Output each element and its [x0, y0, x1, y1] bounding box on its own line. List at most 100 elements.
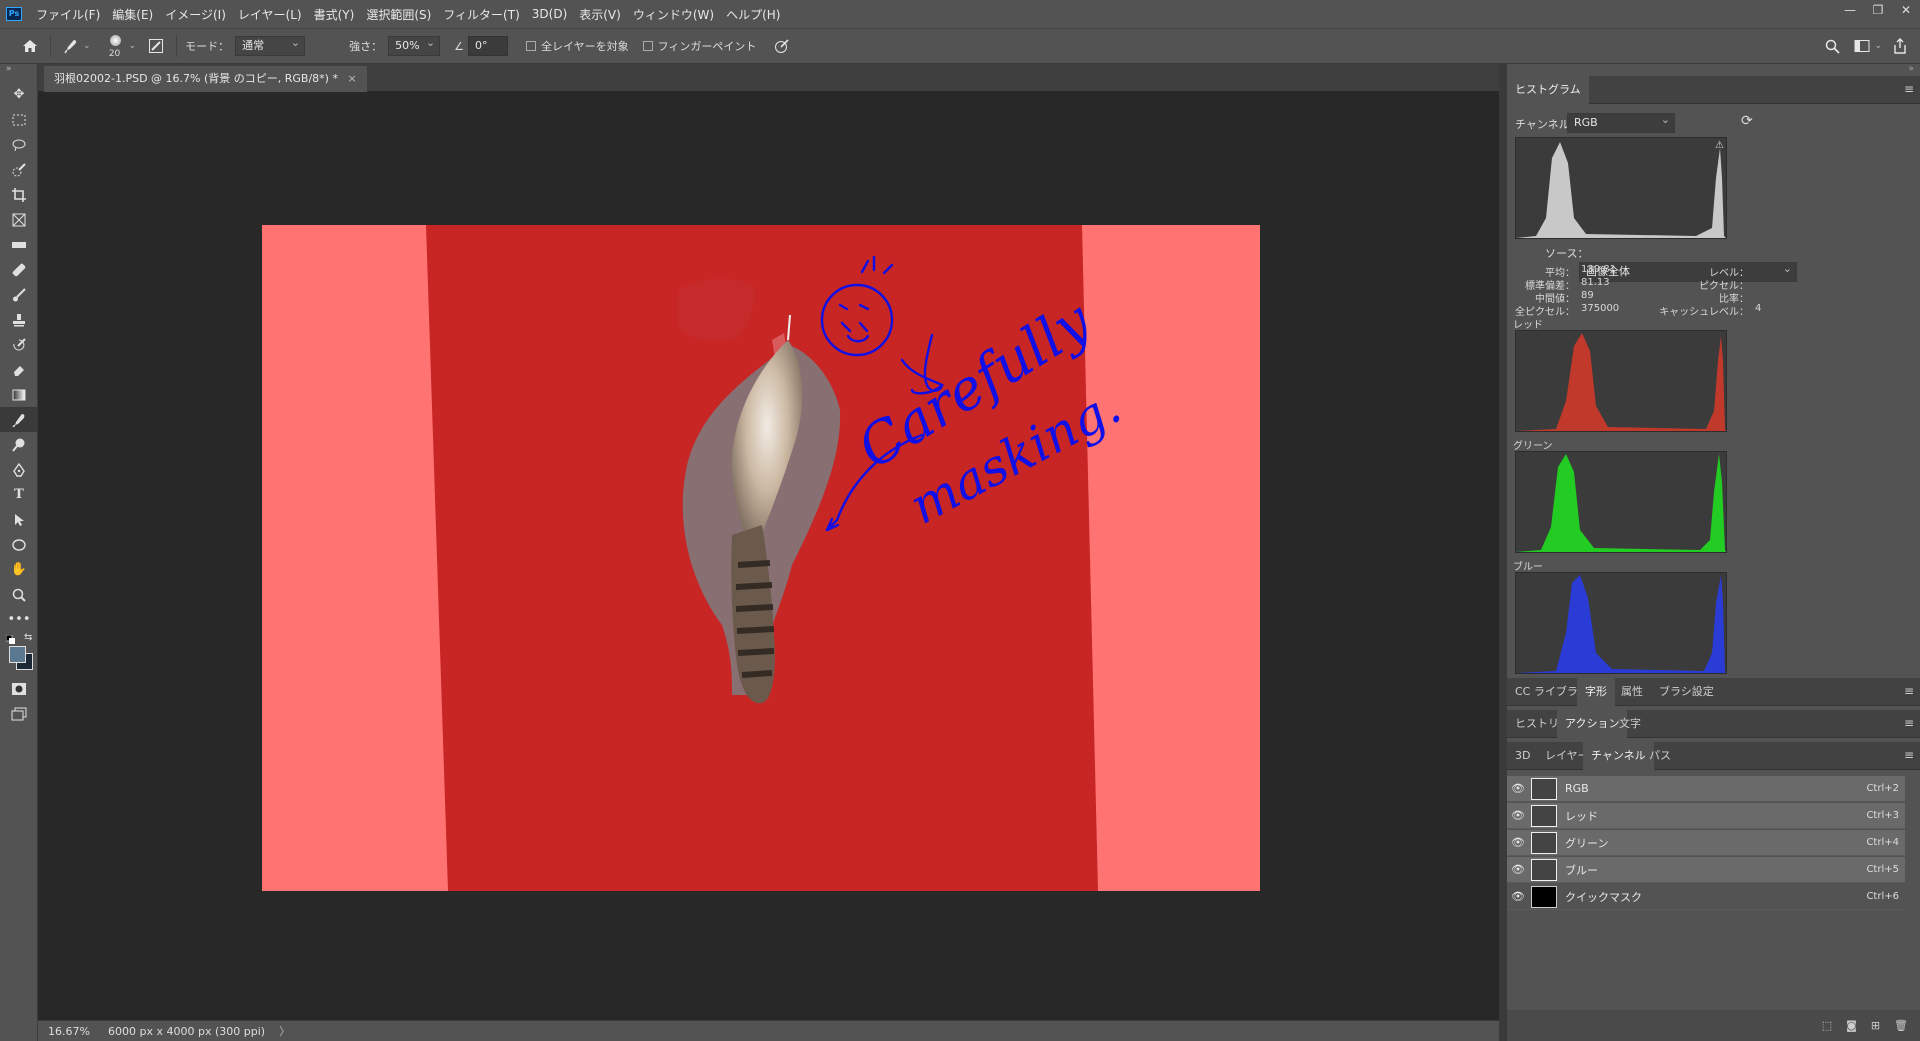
menu-filter[interactable]: フィルター(T) [437, 6, 525, 23]
collapse-arrows-icon[interactable]: » [6, 64, 12, 74]
visibility-eye-icon[interactable]: 👁 [1507, 782, 1529, 795]
new-channel-icon[interactable]: ⊞ [1871, 1019, 1880, 1032]
screen-mode-icon[interactable] [0, 701, 38, 726]
menu-type[interactable]: 書式(Y) [308, 6, 361, 23]
panel-menu-icon[interactable]: ≡ [1904, 716, 1914, 730]
minimize-icon[interactable]: — [1836, 0, 1864, 20]
brush-tool-icon[interactable] [0, 282, 38, 307]
load-selection-icon[interactable]: ⬚ [1822, 1019, 1832, 1032]
delete-channel-icon[interactable]: 🗑 [1894, 1019, 1908, 1032]
path-selection-tool-icon[interactable] [0, 507, 38, 532]
tab-properties[interactable]: 属性 [1613, 678, 1651, 706]
red-histogram [1515, 330, 1727, 432]
pressure-icon[interactable] [770, 34, 794, 58]
rgb-histogram: ⚠ [1515, 137, 1727, 239]
channel-thumbnail [1531, 858, 1557, 881]
tab-histogram[interactable]: ヒストグラム [1507, 76, 1589, 104]
tab-brush-settings[interactable]: ブラシ設定 [1651, 678, 1722, 706]
more-tools-icon[interactable]: ••• [0, 607, 38, 632]
eraser-tool-icon[interactable] [0, 357, 38, 382]
panel-menu-icon[interactable]: ≡ [1904, 684, 1914, 698]
foreground-color-swatch[interactable] [9, 646, 26, 663]
finger-paint-checkbox[interactable]: フィンガーペイント [642, 38, 756, 54]
visibility-eye-icon[interactable]: 👁 [1507, 809, 1529, 822]
menu-file[interactable]: ファイル(F) [30, 6, 106, 23]
visibility-eye-icon[interactable]: 👁 [1507, 890, 1529, 903]
channel-row-green[interactable]: 👁 グリーン Ctrl+4 [1507, 830, 1905, 856]
smudge-tool-icon[interactable] [0, 407, 38, 432]
menu-3d[interactable]: 3D(D) [526, 7, 573, 21]
quick-selection-tool-icon[interactable] [0, 157, 38, 182]
stat-median-value: 89 [1581, 290, 1594, 301]
collapse-panels-icon[interactable]: » [1908, 64, 1914, 74]
sample-all-layers-checkbox[interactable]: 全レイヤーを対象 [525, 38, 629, 54]
share-icon[interactable] [1888, 34, 1912, 58]
panel-dock-divider[interactable] [1499, 64, 1507, 1041]
quick-mask-icon[interactable] [0, 676, 38, 701]
restore-icon[interactable]: ❐ [1864, 0, 1892, 20]
save-selection-icon[interactable]: ◙ [1846, 1019, 1857, 1032]
panel-menu-icon[interactable]: ≡ [1904, 82, 1914, 96]
tab-glyphs[interactable]: 字形 [1577, 678, 1615, 706]
strength-input[interactable]: 50% [388, 34, 441, 56]
crop-tool-icon[interactable] [0, 182, 38, 207]
visibility-eye-icon[interactable]: 👁 [1507, 836, 1529, 849]
ellipse-tool-icon[interactable] [0, 532, 38, 557]
brush-settings-icon[interactable] [144, 34, 168, 58]
workspace-chevron-down-icon[interactable]: ⌄ [1874, 41, 1882, 51]
document-canvas-image[interactable]: Carefully masking. [262, 225, 1260, 891]
home-icon[interactable] [18, 34, 42, 58]
search-icon[interactable] [1820, 34, 1844, 58]
zoom-tool-icon[interactable] [0, 582, 38, 607]
tab-paths[interactable]: パス [1641, 742, 1679, 770]
channel-row-blue[interactable]: 👁 ブルー Ctrl+5 [1507, 857, 1905, 883]
swap-colors-icon[interactable]: ⇆ [24, 632, 32, 643]
zoom-level[interactable]: 16.67% [48, 1025, 98, 1038]
channel-row-quick-mask[interactable]: 👁 クイックマスク Ctrl+6 [1507, 884, 1905, 910]
channels-footer: ⬚ ◙ ⊞ 🗑 [1507, 1010, 1920, 1041]
clone-stamp-tool-icon[interactable] [0, 307, 38, 332]
dodge-tool-icon[interactable] [0, 432, 38, 457]
gradient-tool-icon[interactable] [0, 382, 38, 407]
close-tab-icon[interactable]: × [347, 72, 356, 85]
workspace-icon[interactable] [1850, 34, 1874, 58]
type-tool-icon[interactable]: T [0, 482, 38, 507]
healing-brush-tool-icon[interactable] [0, 257, 38, 282]
visibility-eye-icon[interactable]: 👁 [1507, 863, 1529, 876]
menu-view[interactable]: 表示(V) [573, 6, 627, 23]
status-menu-arrow-icon[interactable]: 〉 [279, 1023, 290, 1039]
panel-menu-icon[interactable]: ≡ [1904, 748, 1914, 762]
menu-image[interactable]: イメージ(I) [159, 6, 232, 23]
channel-name: グリーン [1565, 836, 1609, 850]
cache-warning-icon[interactable]: ⚠ [1715, 140, 1724, 151]
channel-row-rgb[interactable]: 👁 RGB Ctrl+2 [1507, 776, 1905, 802]
ruler-tool-icon[interactable] [0, 232, 38, 257]
tab-3d[interactable]: 3D [1507, 742, 1538, 770]
channel-select[interactable]: RGB [1567, 111, 1675, 133]
history-brush-tool-icon[interactable] [0, 332, 38, 357]
default-colors-icon[interactable] [5, 634, 15, 644]
refresh-icon[interactable]: ⟳ [1741, 113, 1753, 129]
menu-window[interactable]: ウィンドウ(W) [627, 6, 720, 23]
tab-character[interactable]: 文字 [1611, 710, 1649, 738]
angle-input[interactable]: 0° [467, 36, 508, 56]
brush-size-picker[interactable]: 20 [101, 31, 129, 61]
marquee-tool-icon[interactable] [0, 107, 38, 132]
preset-chevron-down-icon[interactable]: ⌄ [83, 41, 91, 51]
move-tool-icon[interactable]: ✥ [0, 82, 38, 107]
brush-chevron-down-icon[interactable]: ⌄ [129, 41, 137, 51]
document-tab[interactable]: 羽根02002-1.PSD @ 16.7% (背景 のコピー, RGB/8*) … [44, 66, 367, 92]
mode-select[interactable]: 通常 [235, 34, 306, 56]
hand-tool-icon[interactable]: ✋ [0, 557, 38, 582]
pen-tool-icon[interactable] [0, 457, 38, 482]
lasso-tool-icon[interactable] [0, 132, 38, 157]
menu-layer[interactable]: レイヤー(L) [232, 6, 308, 23]
channel-row-red[interactable]: 👁 レッド Ctrl+3 [1507, 803, 1905, 829]
menu-edit[interactable]: 編集(E) [106, 6, 159, 23]
menu-select[interactable]: 選択範囲(S) [360, 6, 437, 23]
menu-help[interactable]: ヘルプ(H) [720, 6, 786, 23]
frame-tool-icon[interactable] [0, 207, 38, 232]
smudge-tool-preset-icon[interactable] [59, 34, 83, 58]
channel-thumbnail [1531, 831, 1557, 854]
close-icon[interactable]: ✕ [1892, 0, 1920, 20]
